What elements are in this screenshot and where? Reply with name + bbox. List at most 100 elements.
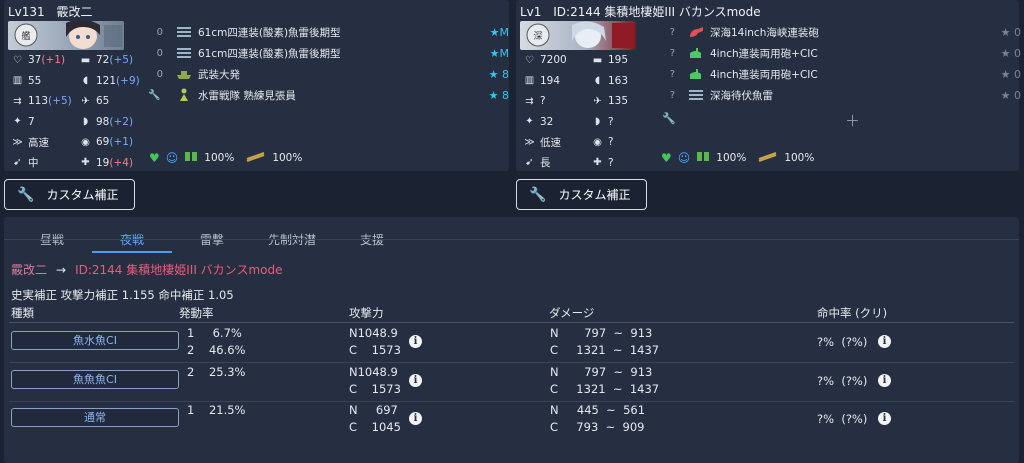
stat-cell: ✈ 65 [80, 95, 109, 107]
attack-power: C 1573 [349, 382, 401, 396]
slot-count: 0 [156, 26, 163, 38]
hit-info-icon[interactable]: i [878, 374, 891, 387]
hp-icon: ♡ [13, 54, 22, 66]
equipment-slot[interactable]: 0 武装大発 ★ 8 [154, 64, 509, 84]
attack-info-icon[interactable]: i [409, 335, 422, 348]
evasion-icon: ⇉ [525, 95, 534, 107]
equipment-slot[interactable]: ? 4inch連装両用砲+CIC ★ 0 [666, 43, 1021, 63]
stat-row: ➹ 中 ✚ 19(+4) [8, 153, 153, 174]
attack-info-icon[interactable]: i [409, 374, 422, 387]
stat-cell: ◗ 98(+2) [80, 116, 133, 128]
row-divider [9, 401, 1014, 402]
right-ship-name: ID:2144 集積地棲姫III バカンスmode [553, 5, 761, 19]
trigger-rate: 1 21.5% [187, 403, 246, 417]
equipment-name: 4inch連装両用砲+CIC [710, 47, 818, 60]
stat-cell: ▬ 72(+5) [80, 54, 133, 66]
improvement-level: ★M [489, 46, 509, 60]
asw-icon: ◗ [594, 116, 601, 128]
stat-row: ♡ 7200 ▬ 195 [520, 50, 665, 71]
torpedo-icon: ◖ [82, 75, 89, 87]
range-icon: ➹ [525, 157, 534, 169]
hit-info-icon[interactable]: i [878, 335, 891, 348]
torpedo-equip-icon [176, 25, 192, 39]
los-icon: ◉ [81, 136, 90, 148]
left-custom-correction-button[interactable]: 🔧 カスタム補正 [4, 179, 135, 210]
equipment-slot[interactable]: ? 深海14inch海峡連装砲 ★ 0 [666, 22, 1021, 42]
left-ship-header: Lv131 霰改二 [8, 3, 101, 20]
attack-kind-button[interactable]: 魚魚魚CI [11, 370, 179, 389]
attack-power: C 1573 [349, 343, 401, 357]
torpedo-equip-icon [176, 46, 192, 60]
damage-range: C 793 ~ 909 [550, 420, 645, 434]
left-ship-panel: Lv131 霰改二 艦 ♡ 37(+1) ▬ 72(+5) ▥ 55 ◖ 121… [4, 0, 509, 171]
hit-info-icon[interactable]: i [878, 412, 891, 425]
stat-value: 低速 [540, 136, 561, 149]
improvement-level: ★ 8 [488, 67, 509, 81]
right-ship-level: Lv1 [520, 5, 542, 19]
damage-range: C 1321 ~ 1437 [550, 343, 660, 357]
trigger-rate: 2 25.3% [187, 365, 246, 379]
wrench-icon: 🔧 [17, 186, 35, 203]
right-ship-stats: ♡ 7200 ▬ 195 ▥ 194 ◖ 163 ⇉ ? ✈ 135 ✦ 32 … [520, 50, 665, 173]
improvement-level: ★ 0 [1000, 67, 1021, 81]
row-divider [9, 362, 1014, 363]
attack-kind-button[interactable]: 魚水魚CI [11, 331, 179, 350]
stat-cell: ✦ 32 [524, 116, 553, 128]
wrench-icon: 🔧 [662, 112, 676, 125]
aircraft-icon: ✦ [13, 116, 22, 128]
stat-value: ? [608, 115, 614, 128]
battle-phase-tabs: 昼戦 夜戦 雷撃 先制対潜 支援 [4, 231, 424, 253]
slot-count: 0 [156, 68, 163, 80]
ammo-icon [246, 150, 266, 165]
stat-cell: ▬ 195 [592, 54, 628, 66]
attack-kind-button[interactable]: 通常 [11, 408, 179, 427]
attack-info-icon[interactable]: i [409, 412, 422, 425]
speed-icon: ≫ [524, 136, 535, 148]
add-equipment-button[interactable]: ＋ [845, 110, 860, 131]
damage-range: N 797 ~ 913 [550, 365, 653, 379]
header-rate: 発動率 [179, 306, 214, 320]
stat-value: 113(+5) [28, 95, 72, 108]
stat-cell: ◖ 163 [592, 75, 628, 87]
header-kind: 種類 [11, 306, 34, 320]
attack-power: N 697 [349, 403, 398, 417]
stat-value: 高速 [28, 136, 49, 149]
armor-icon: ▥ [524, 75, 535, 87]
hit-rate: ?% (?%) [817, 374, 868, 388]
right-condition-value: 100% [716, 151, 747, 164]
fuel-icon [184, 150, 198, 165]
stat-value: 長 [540, 157, 551, 170]
stat-value: 69(+1) [96, 136, 134, 149]
aa-icon: ✈ [593, 95, 602, 107]
left-ship-status: ♥ ☺ 100% 100% [149, 150, 302, 165]
trigger-rate: 1 6.7% [187, 326, 242, 340]
tab-divider [4, 239, 1019, 240]
stat-cell: ✚ 19(+4) [80, 157, 133, 169]
damage-range: C 1321 ~ 1437 [550, 382, 660, 396]
equipment-slot[interactable]: ? 深海待伏魚雷 ★ 0 [666, 85, 1021, 105]
stat-cell: ≫ 低速 [524, 135, 561, 150]
luck-icon: ✚ [593, 157, 602, 169]
secondary-gun-icon [688, 46, 704, 60]
stat-cell: ◉ 69(+1) [80, 136, 133, 148]
equipment-slot[interactable]: 🔧 水雷戦隊 熟練見張員 ★ 8 [148, 85, 509, 105]
stat-row: ✦ 7 ◗ 98(+2) [8, 112, 153, 133]
equipment-slot[interactable]: ? 4inch連装両用砲+CIC ★ 0 [666, 64, 1021, 84]
wrench-icon: 🔧 [529, 186, 547, 203]
landing-craft-icon [176, 67, 192, 81]
header-damage: ダメージ [549, 306, 595, 320]
left-condition-value: 100% [204, 151, 235, 164]
stat-cell: ◗ ? [592, 116, 614, 128]
equipment-slot[interactable]: 0 61cm四連装(酸素)魚雷後期型 ★M [154, 22, 509, 42]
firepower-icon: ▬ [592, 54, 603, 66]
right-custom-correction-button[interactable]: 🔧 カスタム補正 [516, 179, 647, 210]
lookout-icon [176, 88, 192, 102]
smile-icon: ☺ [677, 150, 691, 165]
left-ship-stats: ♡ 37(+1) ▬ 72(+5) ▥ 55 ◖ 121(+9) ⇉ 113(+… [8, 50, 153, 173]
stat-value: 19(+4) [96, 156, 134, 169]
equipment-slot[interactable]: 0 61cm四連装(酸素)魚雷後期型 ★M [154, 43, 509, 63]
torpedo-icon: ◖ [594, 75, 601, 87]
stat-value: 7 [28, 115, 35, 128]
stat-value: 72(+5) [96, 54, 134, 67]
aa-icon: ✈ [81, 95, 90, 107]
